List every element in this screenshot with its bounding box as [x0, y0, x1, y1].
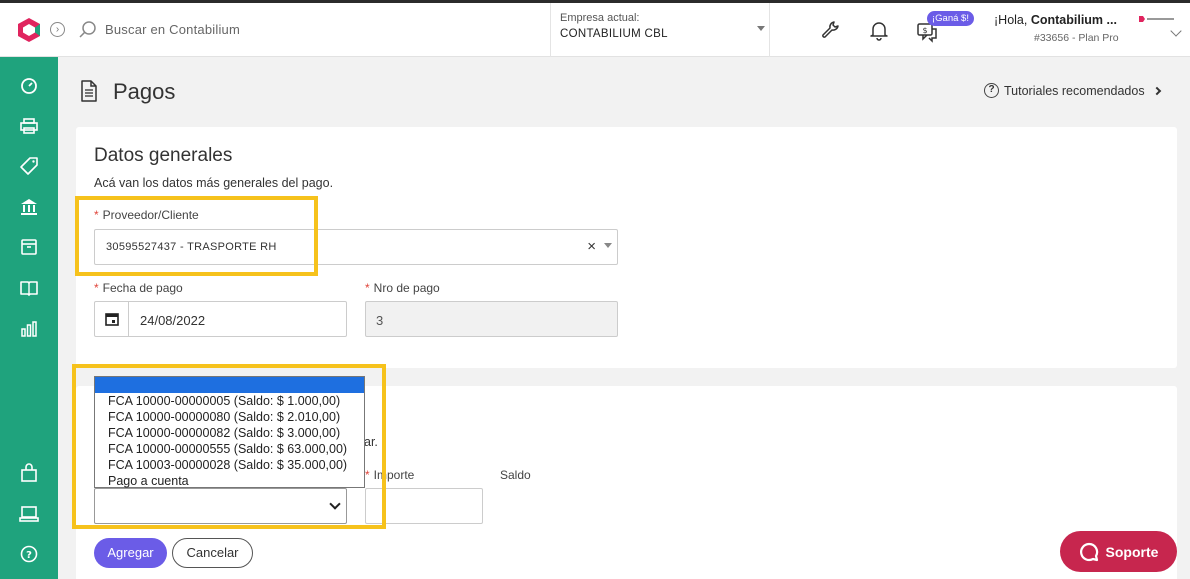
pos-icon[interactable]	[19, 504, 39, 524]
company-selector[interactable]: Empresa actual: CONTABILIUM CBL	[550, 3, 770, 57]
search-input[interactable]: Buscar en Contabilium	[105, 22, 240, 37]
user-name: Contabilium ...	[1030, 13, 1117, 27]
tutorials-label: Tutoriales recomendados	[1004, 83, 1145, 98]
company-mini-logo	[1139, 16, 1174, 22]
promo-badge[interactable]: ¡Ganá $!	[927, 11, 974, 26]
search-icon[interactable]	[78, 20, 98, 40]
chevron-right-icon	[1152, 86, 1161, 95]
user-greeting[interactable]: ¡Hola, Contabilium ...	[994, 13, 1117, 27]
shopping-bag-icon[interactable]	[19, 463, 39, 483]
dashboard-icon[interactable]	[19, 76, 39, 96]
top-header: › Buscar en Contabilium Empresa actual: …	[0, 3, 1190, 57]
bank-icon[interactable]	[19, 197, 39, 217]
page-title: Pagos	[113, 79, 176, 104]
chevron-down-icon	[757, 26, 765, 31]
sidebar: ?	[0, 57, 58, 579]
calendar-button[interactable]	[95, 302, 129, 336]
payment-date-field[interactable]: 24/08/2022	[94, 301, 347, 337]
book-icon[interactable]	[19, 278, 39, 298]
nro-label: * Nro de pago	[365, 281, 440, 295]
highlight-box	[72, 364, 386, 529]
bell-icon[interactable]	[868, 19, 890, 41]
plan-info: #33656 - Plan Pro	[1034, 32, 1119, 44]
add-button[interactable]: Agregar	[94, 538, 167, 568]
document-icon	[81, 80, 97, 102]
company-label: Empresa actual:	[560, 12, 640, 24]
tag-icon[interactable]	[19, 156, 39, 176]
date-value: 24/08/2022	[140, 313, 206, 328]
chevron-down-icon[interactable]	[604, 243, 612, 248]
saldo-label: Saldo	[500, 468, 531, 482]
support-label: Soporte	[1105, 543, 1159, 560]
greeting-prefix: ¡Hola,	[994, 13, 1031, 27]
help-icon[interactable]: ?	[19, 544, 39, 564]
calendar-icon	[105, 313, 119, 326]
printer-icon[interactable]	[19, 116, 39, 136]
support-button[interactable]: Soporte	[1060, 531, 1177, 572]
clear-icon[interactable]: ×	[587, 238, 596, 255]
tutorials-link[interactable]: ? Tutoriales recomendados	[984, 83, 1161, 98]
svg-text:?: ?	[26, 550, 32, 561]
cancel-button[interactable]: Cancelar	[172, 538, 253, 568]
section-description: Acá van los datos más generales del pago…	[94, 176, 334, 190]
svg-text:$: $	[922, 26, 927, 35]
wrench-icon[interactable]	[820, 19, 842, 41]
contabilium-logo[interactable]	[16, 17, 42, 43]
nro-value: 3	[376, 313, 384, 328]
payment-number-field[interactable]: 3	[365, 301, 618, 337]
date-label: * Fecha de pago	[94, 281, 183, 295]
question-icon: ?	[984, 83, 999, 98]
archive-icon[interactable]	[19, 237, 39, 257]
section-title: Datos generales	[94, 145, 233, 166]
highlight-box	[75, 196, 318, 276]
chevron-down-icon[interactable]	[1170, 25, 1182, 37]
reports-icon[interactable]	[19, 319, 39, 339]
sidebar-toggle-button[interactable]: ›	[50, 22, 65, 37]
company-name: CONTABILIUM CBL	[560, 28, 668, 40]
chat-bubble-icon	[1079, 542, 1098, 561]
